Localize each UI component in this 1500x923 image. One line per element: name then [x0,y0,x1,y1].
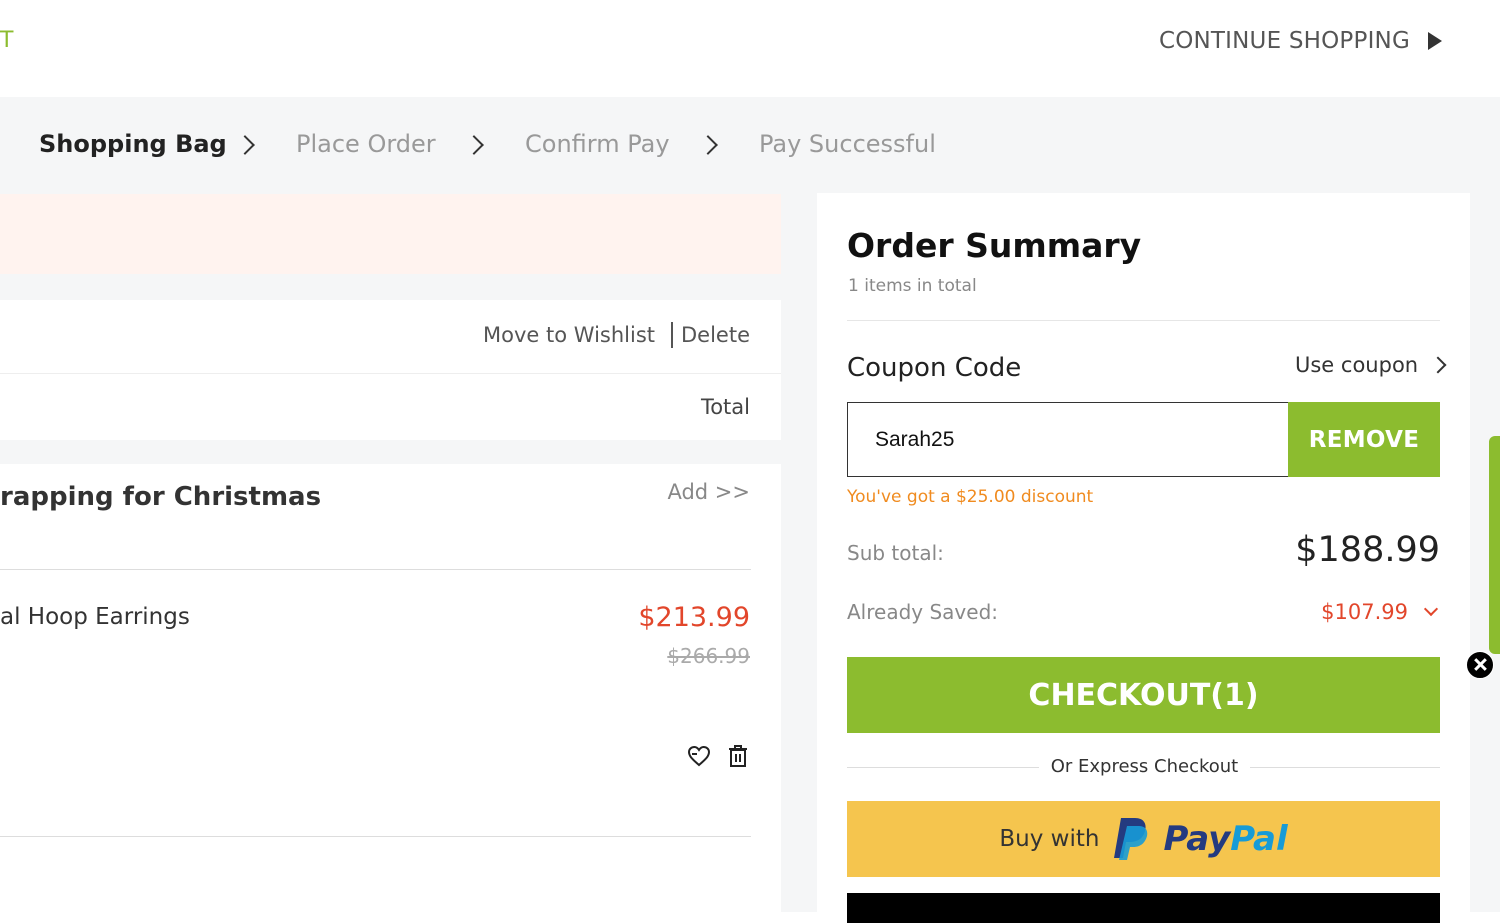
paypal-buy-label: Buy with [999,826,1100,852]
delete-link[interactable]: Delete [681,323,750,347]
step-pay-successful: Pay Successful [759,130,936,158]
coupon-code-label: Coupon Code [847,353,1022,383]
side-feedback-tab[interactable] [1489,436,1500,654]
top-header: T CONTINUE SHOPPING [0,0,1500,97]
item-name[interactable]: al Hoop Earrings [0,604,190,630]
already-saved-label: Already Saved: [847,600,998,624]
add-gift-wrap-link[interactable]: Add >> [667,480,750,504]
notice-banner [0,194,781,274]
chevron-down-icon[interactable] [1423,601,1439,617]
step-confirm-pay: Confirm Pay [525,130,670,158]
wishlist-heart-icon[interactable] [686,743,712,769]
total-column-header: Total [700,395,750,419]
gift-wrap-title: rapping for Christmas [0,482,322,512]
order-summary-panel: Order Summary 1 items in total Coupon Co… [817,193,1470,923]
paypal-button[interactable]: Buy with PayPal [847,801,1440,877]
divider [0,373,781,374]
use-coupon-label: Use coupon [1295,353,1419,377]
chevron-right-icon [464,135,484,155]
brand-logo-fragment[interactable]: T [0,28,13,53]
already-saved-value: $107.99 [1321,600,1408,624]
step-shopping-bag: Shopping Bag [39,130,227,158]
paypal-logo-icon [1114,818,1148,860]
bag-actions-panel: Move to Wishlist Delete Total [0,300,781,440]
items-count: 1 items in total [848,276,977,296]
chevron-right-icon [235,135,255,155]
order-summary-title: Order Summary [847,226,1142,265]
divider [847,320,1440,321]
step-place-order: Place Order [296,130,436,158]
divider [0,569,751,570]
express-pay-button[interactable] [847,893,1440,923]
bag-items-panel: rapping for Christmas Add >> al Hoop Ear… [0,464,781,912]
item-price: $213.99 [638,602,750,633]
subtotal-value: $188.99 [1295,530,1440,570]
remove-coupon-button[interactable]: REMOVE [1288,402,1440,477]
continue-shopping-link[interactable]: CONTINUE SHOPPING [1159,28,1442,54]
subtotal-label: Sub total: [847,541,944,565]
checkout-steps: Shopping Bag Place Order Confirm Pay Pay… [0,130,1000,166]
use-coupon-link[interactable]: Use coupon [1295,353,1447,377]
item-original-price: $266.99 [667,644,750,668]
play-arrow-icon [1428,32,1442,50]
express-checkout-label: Or Express Checkout [1050,756,1239,777]
discount-message: You've got a $25.00 discount [847,487,1094,507]
divider [0,836,751,837]
divider [847,767,1039,768]
trash-icon[interactable] [726,743,750,769]
chevron-right-icon [698,135,718,155]
coupon-input[interactable] [847,402,1288,477]
divider [1250,767,1440,768]
chevron-right-icon [1429,356,1447,374]
continue-shopping-label: CONTINUE SHOPPING [1158,28,1410,54]
paypal-wordmark: PayPal [1163,819,1288,859]
checkout-button[interactable]: CHECKOUT(1) [847,657,1440,733]
divider [671,322,673,348]
close-icon[interactable] [1466,651,1494,679]
move-to-wishlist-link[interactable]: Move to Wishlist [483,323,655,347]
